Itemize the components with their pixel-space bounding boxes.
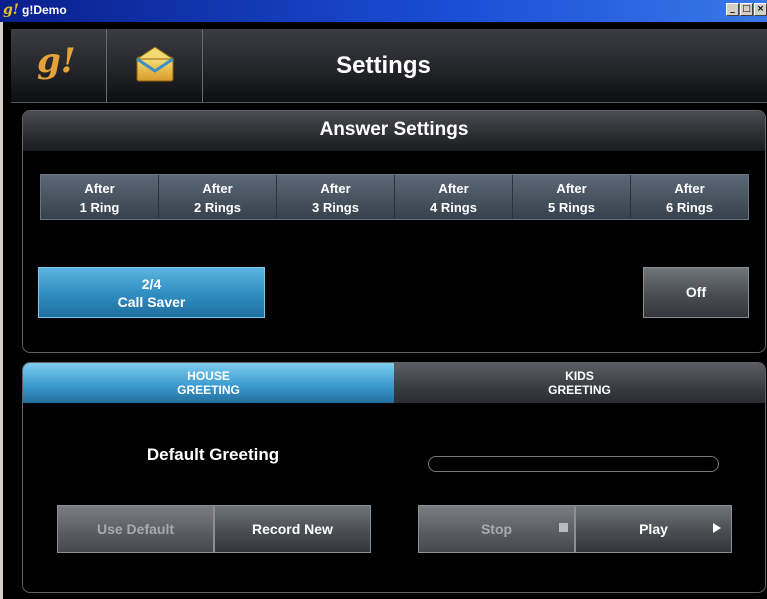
app-logo-icon: g! (3, 2, 19, 18)
tab-label-line1: KIDS (565, 369, 594, 383)
answer-settings-title: Answer Settings (319, 119, 469, 140)
ring-option-3[interactable]: After 3 Rings (277, 175, 395, 219)
close-button[interactable]: × (754, 3, 767, 16)
ring-option-5[interactable]: After 5 Rings (513, 175, 631, 219)
stop-label: Stop (480, 521, 513, 537)
greeting-progress-bar (428, 456, 719, 472)
tab-house-greeting[interactable]: HOUSE GREETING (23, 363, 394, 403)
tab-label-line2: GREETING (177, 383, 240, 397)
ring-option-value: 5 Rings (548, 200, 595, 215)
off-button[interactable]: Off (643, 267, 749, 318)
play-label: Play (639, 521, 668, 537)
ring-option-label: After (674, 181, 705, 196)
ring-option-label: After (202, 181, 233, 196)
play-icon (713, 523, 721, 533)
answer-settings-header: Answer Settings (23, 111, 765, 151)
minimize-button[interactable]: _ (726, 3, 739, 16)
stop-icon (559, 523, 568, 532)
ring-option-label: After (556, 181, 587, 196)
tab-kids-greeting[interactable]: KIDS GREETING (394, 363, 765, 403)
ring-option-1[interactable]: After 1 Ring (41, 175, 159, 219)
ring-option-label: After (320, 181, 351, 196)
ring-option-4[interactable]: After 4 Rings (395, 175, 513, 219)
window-titlebar: g! g!Demo _ □ × (0, 0, 767, 22)
page-title: Settings (336, 52, 431, 79)
default-greeting-label: Default Greeting (146, 445, 280, 464)
ring-option-value: 2 Rings (194, 200, 241, 215)
ring-option-6[interactable]: After 6 Rings (631, 175, 748, 219)
maximize-button[interactable]: □ (740, 3, 753, 16)
ring-option-label: After (438, 181, 469, 196)
record-new-button[interactable]: Record New (214, 505, 371, 553)
ring-option-2[interactable]: After 2 Rings (159, 175, 277, 219)
tab-label-line2: GREETING (548, 383, 611, 397)
ring-option-value: 3 Rings (312, 200, 359, 215)
ring-option-label: After (84, 181, 115, 196)
stop-button[interactable]: Stop (418, 505, 575, 553)
play-button[interactable]: Play (575, 505, 732, 553)
answer-settings-panel: Answer Settings After 1 Ring After 2 Rings… (22, 110, 766, 353)
call-saver-value: 2/4 (141, 276, 162, 292)
ring-option-value: 1 Ring (79, 200, 120, 215)
use-default-button[interactable]: Use Default (57, 505, 214, 553)
call-saver-label: Call Saver (117, 294, 186, 310)
ring-selector: After 1 Ring After 2 Rings After 3 Rings Af… (40, 174, 749, 220)
call-saver-button[interactable]: 2/4 Call Saver (38, 267, 265, 318)
ring-option-value: 6 Rings (666, 200, 713, 215)
greeting-tabs: HOUSE GREETING KIDS GREETING (23, 363, 765, 403)
greeting-panel: HOUSE GREETING KIDS GREETING Default Gre… (22, 362, 766, 593)
window-title: g!Demo (22, 3, 67, 17)
tab-label-line1: HOUSE (187, 369, 230, 383)
ring-option-value: 4 Rings (430, 200, 477, 215)
